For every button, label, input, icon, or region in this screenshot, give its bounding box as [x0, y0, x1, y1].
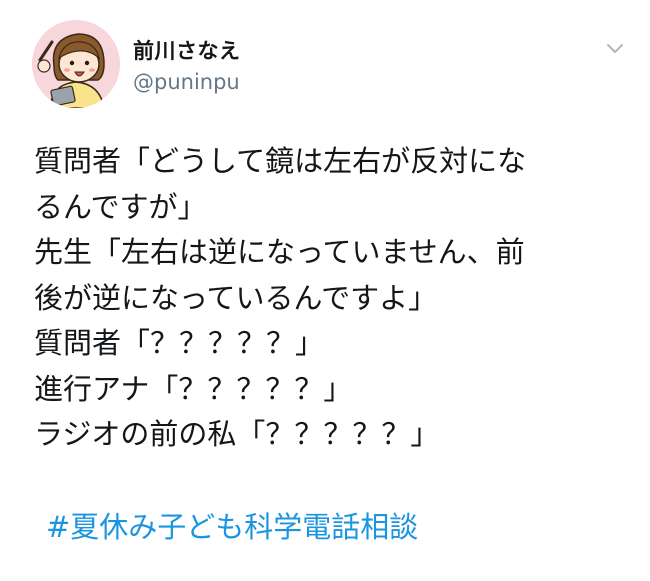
tweet-line: 後が逆になっているんですよ」 — [34, 280, 438, 315]
avatar[interactable] — [32, 20, 120, 108]
hashtag-link[interactable]: #夏休み子ども科学電話相談 — [46, 504, 418, 546]
tweet-line: 先生「左右は逆になっていません、前 — [34, 235, 525, 269]
chevron-down-icon — [607, 44, 623, 53]
tweet-card: 前川さなえ @puninpu 質問者「どうして鏡は左右が反対にな るんですが」 … — [0, 0, 650, 581]
more-options-button[interactable] — [600, 38, 630, 60]
tweet-line: 質問者「どうして鏡は左右が反対にな — [34, 144, 527, 178]
tweet-body: 質問者「どうして鏡は左右が反対にな るんですが」 先生「左右は逆になっていません… — [34, 139, 634, 458]
tweet-line: 質問者「？？？？？」 — [34, 326, 325, 360]
avatar-illustration — [32, 20, 120, 108]
tweet-line: るんですが」 — [34, 189, 207, 224]
user-handle[interactable]: @puninpu — [133, 70, 240, 94]
tweet-line: 進行アナ「？？？？？」 — [34, 371, 353, 406]
display-name[interactable]: 前川さなえ — [133, 35, 241, 65]
tweet-line: ラジオの前の私「？？？？？」 — [34, 417, 440, 451]
